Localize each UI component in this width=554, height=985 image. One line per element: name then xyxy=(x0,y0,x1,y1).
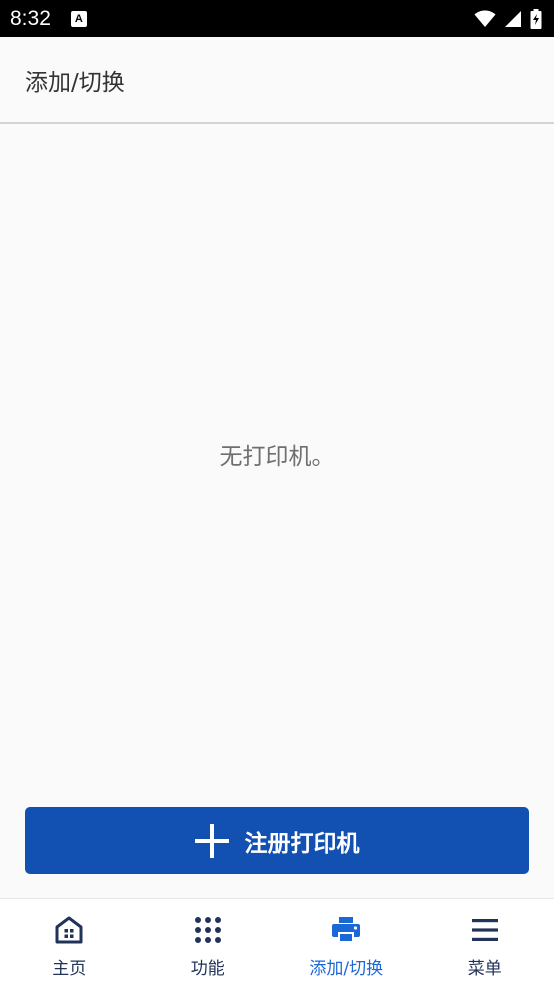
battery-icon xyxy=(530,8,542,29)
register-printer-label: 注册打印机 xyxy=(244,829,360,856)
grid-icon xyxy=(194,917,221,943)
nav-item-functions[interactable]: 功能 xyxy=(139,899,278,985)
nav-item-add-switch[interactable]: 添加/切换 xyxy=(277,899,416,985)
nav-label-add-switch: 添加/切换 xyxy=(309,959,384,979)
wifi-icon xyxy=(474,10,496,27)
menu-icon xyxy=(471,919,498,941)
app-bar: 添加/切换 xyxy=(0,37,554,124)
bottom-nav: 主页 功能 添加/切换 菜单 xyxy=(0,898,554,985)
plus-icon xyxy=(194,823,229,858)
empty-message: 无打印机。 xyxy=(219,444,335,470)
nav-label-functions: 功能 xyxy=(190,959,225,979)
register-printer-button[interactable]: 注册打印机 xyxy=(25,807,529,874)
status-time: 8:32 xyxy=(10,6,51,30)
page-title: 添加/切换 xyxy=(25,69,125,96)
main-content: 无打印机。 注册打印机 xyxy=(0,124,554,898)
printer-icon xyxy=(332,917,361,943)
home-icon xyxy=(55,916,83,944)
nav-label-menu: 菜单 xyxy=(467,959,502,979)
nav-item-home[interactable]: 主页 xyxy=(0,899,139,985)
status-bar: 8:32 A xyxy=(0,0,554,37)
a-icon: A xyxy=(70,10,87,27)
signal-icon xyxy=(505,10,521,27)
nav-label-home: 主页 xyxy=(52,959,87,979)
nav-item-menu[interactable]: 菜单 xyxy=(416,899,554,985)
status-icons xyxy=(474,8,542,29)
